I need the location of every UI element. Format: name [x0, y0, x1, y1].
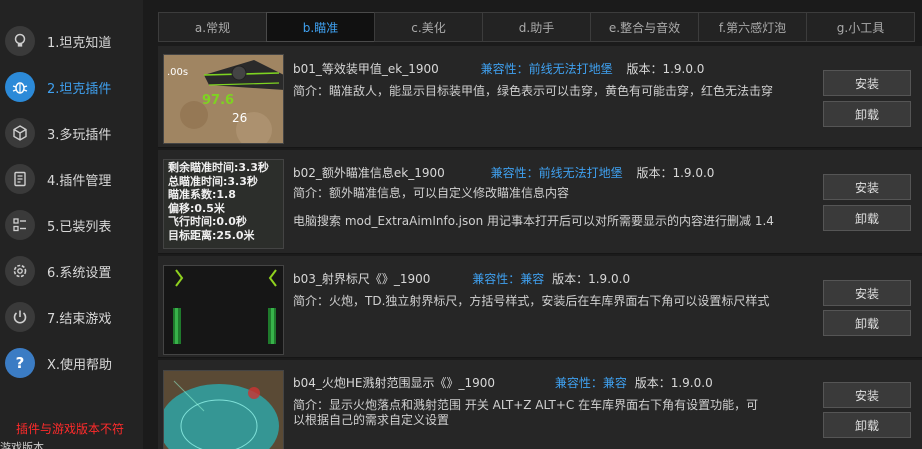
- plugin-name: b03_射界标尺《》_1900: [293, 272, 431, 286]
- plugin-thumbnail: 剩余瞄准时间:3.3秒 总瞄准时间:3.3秒 瞄准系数:1.8 偏移:0.5米 …: [163, 159, 284, 249]
- nav-label: 7.结束游戏: [47, 311, 112, 327]
- uninstall-button[interactable]: 卸载: [823, 310, 911, 336]
- main-panel: a.常规 b.瞄准 c.美化 d.助手 e.整合与音效 f.第六感灯泡 g.小工…: [143, 0, 922, 449]
- uninstall-button[interactable]: 卸载: [823, 205, 911, 231]
- nav-item-system-settings[interactable]: 6.系统设置: [0, 251, 143, 291]
- plugin-name: b02_额外瞄准信息ek_1900: [293, 166, 445, 180]
- nav-label: X.使用帮助: [47, 357, 113, 373]
- plugin-header: b04_火炮HE溅射范围显示《》_1900 兼容性：兼容 版本：1.9.0.0: [293, 374, 713, 391]
- plugin-header: b02_额外瞄准信息ek_1900 兼容性：前线无法打地堡 版本：1.9.0.0: [293, 164, 714, 181]
- thumb-number: 26: [232, 111, 248, 125]
- nav-label: 1.坦克知道: [47, 35, 112, 51]
- nav-label: 2.坦克插件: [47, 81, 112, 97]
- tab-assistant[interactable]: d.助手: [482, 12, 591, 42]
- cube-icon: [5, 118, 35, 148]
- nav-label: 5.已装列表: [47, 219, 112, 235]
- thumb-timer-text: .00s: [167, 67, 189, 78]
- install-button[interactable]: 安装: [823, 382, 911, 408]
- plugin-name: b04_火炮HE溅射范围显示《》_1900: [293, 376, 496, 390]
- plugin-description: 简介：火炮，TD.独立射界标尺，方括号样式，安装后在车库界面右下角可以设置标尺样…: [293, 294, 770, 308]
- document-icon: [5, 164, 35, 194]
- lightbulb-icon: [5, 26, 35, 56]
- thumb-info-line: 总瞄准时间:3.3秒: [168, 174, 258, 188]
- svg-text:?: ?: [16, 354, 25, 372]
- thumb-armor-value: 97.6: [202, 93, 235, 108]
- plugin-info: b04_火炮HE溅射范围显示《》_1900 兼容性：兼容 版本：1.9.0.0 …: [293, 374, 812, 449]
- tab-sixth-sense[interactable]: f.第六感灯泡: [698, 12, 807, 42]
- plugin-compat: 兼容性：前线无法打地堡: [490, 166, 623, 180]
- uninstall-button[interactable]: 卸载: [823, 412, 911, 438]
- tab-bar: a.常规 b.瞄准 c.美化 d.助手 e.整合与音效 f.第六感灯泡 g.小工…: [158, 12, 915, 42]
- nav-item-plugin-management[interactable]: 4.插件管理: [0, 159, 143, 199]
- nav-item-tank-knowledge[interactable]: 1.坦克知道: [0, 21, 143, 61]
- game-version-label: 游戏版本: [0, 441, 44, 449]
- thumb-info-line: 飞行时间:0.0秒: [168, 215, 247, 228]
- plugin-thumbnail: .00s 97.6 26: [163, 54, 284, 144]
- nav-item-help[interactable]: ? X.使用帮助: [0, 343, 143, 383]
- plugin-row: b04_火炮HE溅射范围显示《》_1900 兼容性：兼容 版本：1.9.0.0 …: [158, 360, 922, 449]
- install-button[interactable]: 安装: [823, 280, 911, 306]
- plugin-compat: 兼容性：兼容: [472, 272, 545, 286]
- bug-icon: [5, 72, 35, 102]
- tab-aiming[interactable]: b.瞄准: [266, 12, 375, 42]
- plugin-compat: 兼容性：兼容: [554, 376, 627, 390]
- tab-integration-sound[interactable]: e.整合与音效: [590, 12, 699, 42]
- tab-general[interactable]: a.常规: [158, 12, 267, 42]
- plugin-description-extra: 电脑搜索 mod_ExtraAimInfo.json 用记事本打开后可以对所需要…: [293, 214, 774, 228]
- plugin-header: b01_等效装甲值_ek_1900 兼容性：前线无法打地堡 版本：1.9.0.0: [293, 60, 704, 77]
- nav-label: 6.系统设置: [47, 265, 112, 281]
- plugin-row: .00s 97.6 26 b01_等效装甲值_ek_1900 兼容性：前线无法打…: [158, 46, 922, 148]
- plugin-list[interactable]: .00s 97.6 26 b01_等效装甲值_ek_1900 兼容性：前线无法打…: [158, 46, 922, 449]
- nav-item-duowan-plugins[interactable]: 3.多玩插件: [0, 113, 143, 153]
- nav-label: 4.插件管理: [47, 173, 112, 189]
- plugin-thumbnail: [163, 370, 284, 449]
- plugin-version: 版本：1.9.0.0: [552, 272, 631, 286]
- plugin-compat: 兼容性：前线无法打地堡: [480, 62, 613, 76]
- plugin-description: 简介：显示火炮落点和溅射范围 开关 ALT+Z ALT+C 在车库界面右下角有设…: [293, 398, 759, 427]
- nav-label: 3.多玩插件: [47, 127, 112, 143]
- power-icon: [5, 302, 35, 332]
- install-button[interactable]: 安装: [823, 70, 911, 96]
- sidebar: 1.坦克知道 2.坦克插件 3.多玩插件 4.插件管理 5.已装列表 6.系统设…: [0, 0, 143, 449]
- plugin-info: b01_等效装甲值_ek_1900 兼容性：前线无法打地堡 版本：1.9.0.0…: [293, 60, 812, 140]
- plugin-info: b03_射界标尺《》_1900 兼容性：兼容 版本：1.9.0.0 简介：火炮，…: [293, 270, 812, 350]
- nav-item-exit-game[interactable]: 7.结束游戏: [0, 297, 143, 337]
- install-button[interactable]: 安装: [823, 174, 911, 200]
- plugin-info: b02_额外瞄准信息ek_1900 兼容性：前线无法打地堡 版本：1.9.0.0…: [293, 164, 812, 248]
- gear-icon: [5, 256, 35, 286]
- thumb-info-line: 偏移:0.5米: [168, 201, 225, 215]
- plugin-row: b03_射界标尺《》_1900 兼容性：兼容 版本：1.9.0.0 简介：火炮，…: [158, 256, 922, 358]
- tab-beautify[interactable]: c.美化: [374, 12, 483, 42]
- plugin-description: 简介：瞄准敌人，能显示目标装甲值，绿色表示可以击穿，黄色有可能击穿，红色无法击穿: [293, 84, 774, 98]
- version-mismatch-warning: 插件与游戏版本不符: [16, 422, 125, 436]
- uninstall-button[interactable]: 卸载: [823, 101, 911, 127]
- plugin-version: 版本：1.9.0.0: [626, 62, 705, 76]
- nav-item-tank-plugins[interactable]: 2.坦克插件: [0, 67, 143, 107]
- thumb-info-line: 瞄准系数:1.8: [168, 188, 236, 201]
- nav-item-installed-list[interactable]: 5.已装列表: [0, 205, 143, 245]
- plugin-row: 剩余瞄准时间:3.3秒 总瞄准时间:3.3秒 瞄准系数:1.8 偏移:0.5米 …: [158, 150, 922, 254]
- plugin-description: 简介：额外瞄准信息，可以自定义修改瞄准信息内容: [293, 186, 570, 200]
- list-icon: [5, 210, 35, 240]
- tab-tools[interactable]: g.小工具: [806, 12, 915, 42]
- thumb-info-line: 剩余瞄准时间:3.3秒: [168, 161, 269, 174]
- thumb-info-line: 目标距离:25.0米: [168, 228, 255, 242]
- help-icon: ?: [5, 348, 35, 378]
- plugin-name: b01_等效装甲值_ek_1900: [293, 62, 439, 76]
- plugin-version: 版本：1.9.0.0: [636, 166, 715, 180]
- plugin-header: b03_射界标尺《》_1900 兼容性：兼容 版本：1.9.0.0: [293, 270, 630, 287]
- plugin-thumbnail: [163, 265, 284, 355]
- plugin-version: 版本：1.9.0.0: [634, 376, 713, 390]
